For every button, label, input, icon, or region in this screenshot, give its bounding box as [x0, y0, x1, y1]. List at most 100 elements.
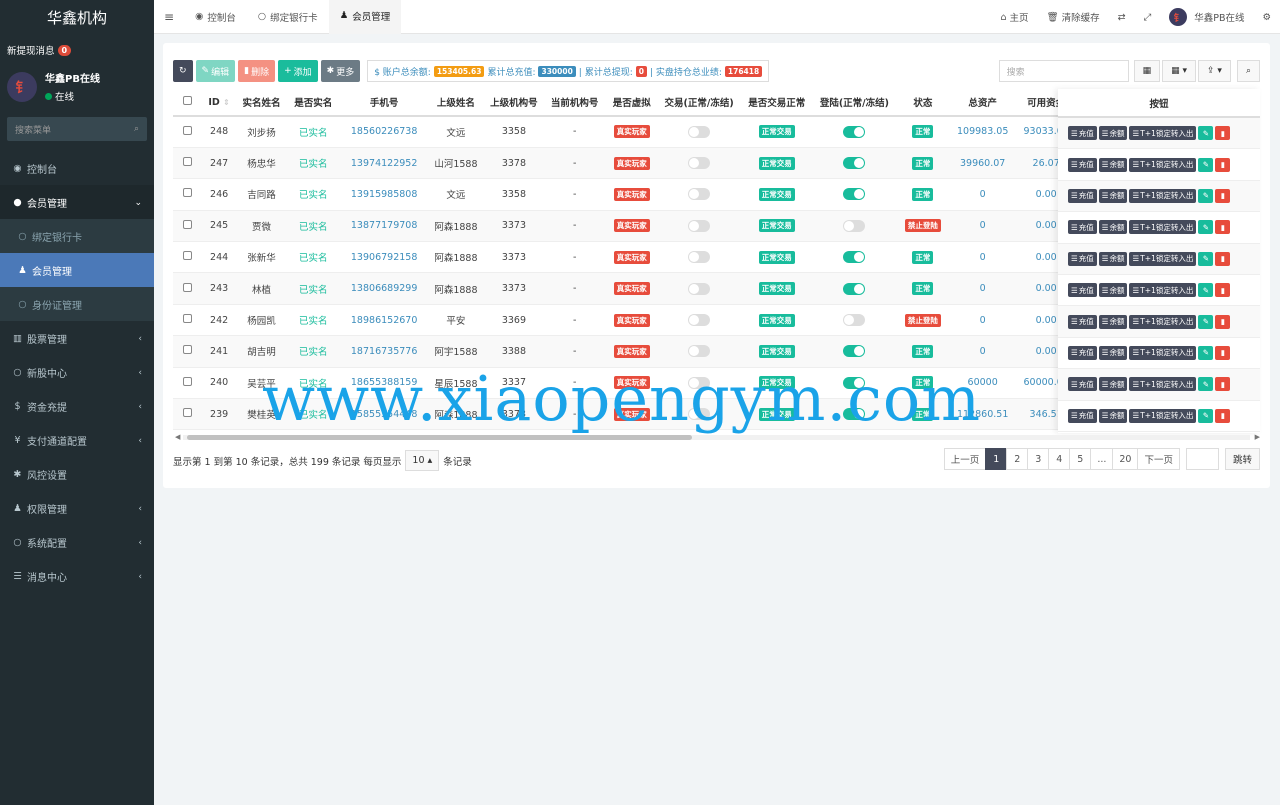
sidebar-item-stocks[interactable]: ▥ 股票管理 ‹ — [0, 321, 154, 355]
edit-row-button[interactable]: ✎ — [1198, 283, 1214, 298]
col-header-org[interactable]: 当前机构号 — [544, 89, 606, 117]
page-button[interactable]: ... — [1090, 448, 1114, 470]
jump-button[interactable]: 跳转 — [1224, 448, 1260, 470]
edit-row-button[interactable]: ✎ — [1198, 377, 1214, 392]
row-checkbox[interactable] — [173, 398, 202, 431]
row-checkbox[interactable] — [173, 335, 202, 368]
recharge-button[interactable]: ☰ 充值 — [1068, 283, 1097, 298]
trade-toggle[interactable] — [688, 282, 711, 295]
delete-row-button[interactable]: ▮ — [1215, 314, 1231, 329]
cell-assets[interactable]: 0 — [950, 210, 1015, 243]
sidebar-item-funds[interactable]: $ 资金充提 ‹ — [0, 389, 154, 423]
col-header-trade-ok[interactable]: 是否交易正常 — [739, 89, 814, 117]
withdraw-notice[interactable]: 新提现消息 0 — [0, 38, 154, 62]
t1-lock-button[interactable]: ☰ T+1锁定转入出 — [1129, 345, 1197, 360]
add-button[interactable]: + 添加 — [278, 60, 318, 82]
cell-phone[interactable]: 13806689299 — [339, 272, 429, 305]
tab-bank-card[interactable]: ○ 绑定银行卡 — [247, 0, 329, 34]
search-button[interactable]: ⌕ — [1236, 60, 1260, 82]
t1-lock-button[interactable]: ☰ T+1锁定转入出 — [1129, 188, 1197, 203]
scroll-left-icon[interactable]: ◀ — [175, 433, 180, 441]
recharge-button[interactable]: ☰ 充值 — [1068, 126, 1097, 141]
balance-button[interactable]: ☰ 余额 — [1098, 377, 1128, 392]
trade-toggle[interactable] — [688, 125, 711, 138]
cell-assets[interactable]: 0 — [950, 304, 1015, 337]
t1-lock-button[interactable]: ☰ T+1锁定转入出 — [1129, 157, 1197, 172]
delete-row-button[interactable]: ▮ — [1215, 345, 1231, 360]
brand-title[interactable]: 华鑫机构 — [0, 0, 154, 34]
col-header-trade[interactable]: 交易(正常/冻结) — [658, 89, 740, 117]
sidebar-item-messages[interactable]: ☰ 消息中心 ‹ — [0, 559, 154, 593]
edit-row-button[interactable]: ✎ — [1198, 188, 1214, 203]
cell-assets[interactable]: 0 — [950, 178, 1015, 211]
balance-button[interactable]: ☰ 余额 — [1098, 157, 1128, 172]
export-button[interactable]: ⇪ ▾ — [1198, 60, 1231, 82]
col-header-phone[interactable]: 手机号 — [339, 89, 429, 117]
jump-page-input[interactable] — [1185, 448, 1219, 470]
recharge-button[interactable]: ☰ 充值 — [1068, 220, 1097, 235]
edit-row-button[interactable]: ✎ — [1198, 314, 1214, 329]
col-header-login[interactable]: 登陆(正常/冻结) — [813, 89, 895, 117]
sidebar-item-id-card[interactable]: ○ 身份证管理 — [0, 287, 154, 321]
trade-toggle[interactable] — [688, 188, 711, 201]
sidebar-item-permissions[interactable]: ♟ 权限管理 ‹ — [0, 491, 154, 525]
page-button[interactable]: 4 — [1048, 448, 1071, 470]
tab-dashboard[interactable]: ◉ 控制台 — [184, 0, 247, 34]
row-checkbox[interactable] — [173, 241, 202, 274]
t1-lock-button[interactable]: ☰ T+1锁定转入出 — [1129, 314, 1197, 329]
delete-button[interactable]: ▮ 删除 — [238, 60, 276, 82]
page-button[interactable]: 20 — [1112, 448, 1139, 470]
col-header-parent[interactable]: 上级姓名 — [428, 89, 484, 117]
edit-button[interactable]: ✎ 编辑 — [195, 60, 236, 82]
settings-button[interactable]: ⚙ — [1253, 12, 1280, 23]
select-all-checkbox[interactable] — [173, 89, 202, 117]
sidebar-item-ipo[interactable]: ○ 新股中心 ‹ — [0, 355, 154, 389]
page-button[interactable]: 3 — [1027, 448, 1050, 470]
delete-row-button[interactable]: ▮ — [1215, 408, 1231, 423]
login-toggle[interactable] — [843, 345, 866, 358]
login-toggle[interactable] — [843, 314, 866, 327]
edit-row-button[interactable]: ✎ — [1198, 408, 1214, 423]
prev-page-button[interactable]: 上一页 — [943, 448, 987, 470]
balance-button[interactable]: ☰ 余额 — [1098, 345, 1128, 360]
login-toggle[interactable] — [843, 282, 866, 295]
recharge-button[interactable]: ☰ 充值 — [1068, 314, 1097, 329]
trade-toggle[interactable] — [688, 219, 711, 232]
delete-row-button[interactable]: ▮ — [1215, 188, 1231, 203]
recharge-button[interactable]: ☰ 充值 — [1068, 345, 1097, 360]
delete-row-button[interactable]: ▮ — [1215, 377, 1231, 392]
balance-button[interactable]: ☰ 余额 — [1098, 251, 1128, 266]
col-header-parent-org[interactable]: 上级机构号 — [483, 89, 545, 117]
delete-row-button[interactable]: ▮ — [1215, 251, 1231, 266]
translate-button[interactable]: ⇄ — [1109, 12, 1135, 23]
next-page-button[interactable]: 下一页 — [1137, 448, 1180, 470]
trade-toggle[interactable] — [688, 157, 711, 170]
sidebar-item-dashboard[interactable]: ◉ 控制台 — [0, 151, 154, 185]
cell-phone[interactable]: 13906792158 — [339, 241, 429, 274]
cell-assets[interactable]: 39960.07 — [950, 147, 1015, 180]
page-size-select[interactable]: 10 ▴ — [405, 450, 440, 471]
balance-button[interactable]: ☰ 余额 — [1098, 314, 1128, 329]
cell-phone[interactable]: 18986152670 — [339, 304, 429, 337]
delete-row-button[interactable]: ▮ — [1215, 220, 1231, 235]
toggle-view-button[interactable]: ▦ — [1133, 60, 1161, 82]
page-button[interactable]: 2 — [1006, 448, 1029, 470]
recharge-button[interactable]: ☰ 充值 — [1068, 157, 1097, 172]
t1-lock-button[interactable]: ☰ T+1锁定转入出 — [1129, 126, 1197, 141]
col-header-status[interactable]: 状态 — [894, 89, 951, 117]
sidebar-item-payment[interactable]: ¥ 支付通道配置 ‹ — [0, 423, 154, 457]
clear-cache-button[interactable]: 🗑 清除缓存 — [1038, 10, 1109, 25]
menu-search-input[interactable]: 搜索菜单 ⌕ — [7, 117, 147, 141]
t1-lock-button[interactable]: ☰ T+1锁定转入出 — [1129, 283, 1197, 298]
cell-assets[interactable]: 0 — [950, 272, 1015, 305]
tab-member-management[interactable]: ♟ 会员管理 — [328, 0, 402, 34]
refresh-button[interactable]: ↻ — [173, 60, 193, 82]
sidebar-item-risk[interactable]: ✱ 风控设置 — [0, 457, 154, 491]
trade-toggle[interactable] — [688, 314, 711, 327]
row-checkbox[interactable] — [173, 210, 202, 243]
row-checkbox[interactable] — [173, 178, 202, 211]
edit-row-button[interactable]: ✎ — [1198, 126, 1214, 141]
edit-row-button[interactable]: ✎ — [1198, 220, 1214, 235]
col-header-virtual[interactable]: 是否虚拟 — [605, 89, 659, 117]
row-checkbox[interactable] — [173, 304, 202, 337]
